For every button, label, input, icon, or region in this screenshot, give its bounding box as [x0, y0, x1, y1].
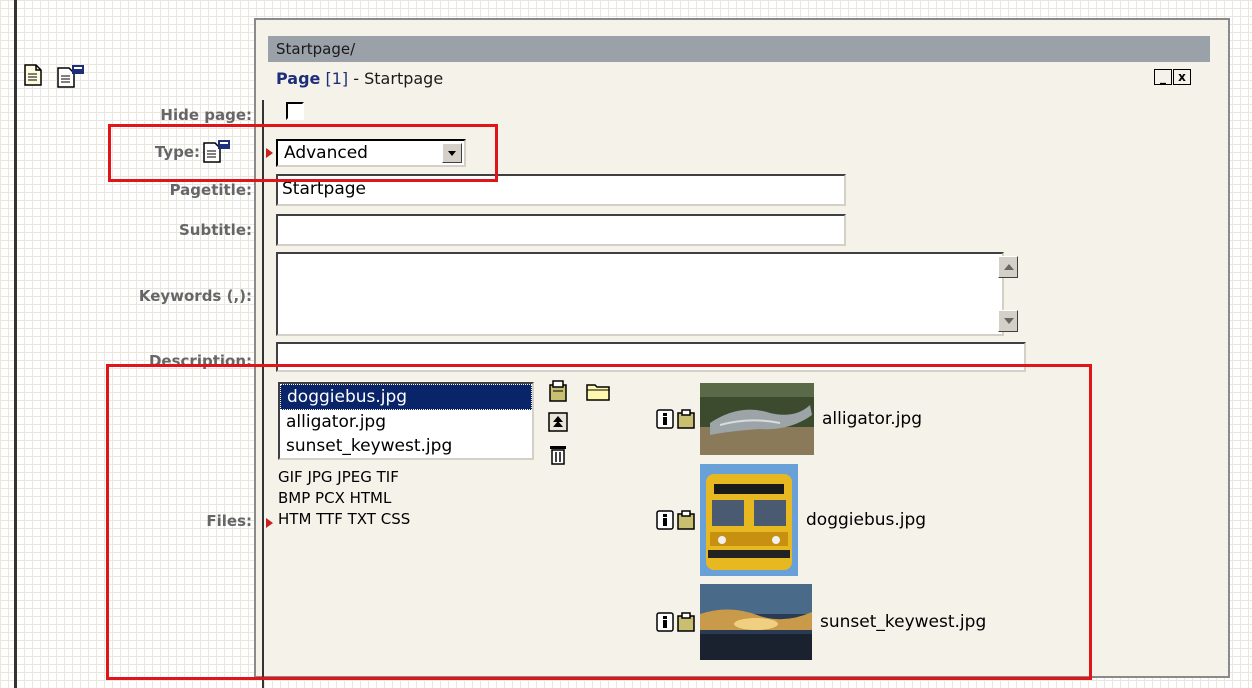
- keywords-textarea-body[interactable]: [276, 252, 1004, 336]
- page-number: [1]: [325, 69, 349, 88]
- hide-page-checkbox[interactable]: [286, 102, 304, 120]
- keywords-textarea[interactable]: [276, 252, 1018, 336]
- close-button[interactable]: x: [1173, 69, 1191, 85]
- page-properties-icon[interactable]: [56, 64, 86, 88]
- path-bar: Startpage/: [268, 36, 1210, 62]
- page-tools: [24, 64, 86, 88]
- page-header-separator: -: [348, 69, 365, 88]
- minimize-button[interactable]: _: [1154, 69, 1172, 85]
- page-name: Startpage: [364, 69, 444, 88]
- page-label: Page: [276, 69, 321, 88]
- hide-page-label: Hide page:: [160, 106, 252, 124]
- files-highlight-box: [106, 364, 1092, 680]
- keywords-label: Keywords (,):: [138, 287, 252, 305]
- window-controls: _ x: [1154, 69, 1191, 85]
- scroll-up-button[interactable]: [998, 256, 1018, 278]
- left-border-line: [14, 0, 17, 688]
- pagetitle-label: Pagetitle:: [169, 181, 252, 199]
- subtitle-input[interactable]: [276, 214, 846, 246]
- page-header: Page [1] - Startpage: [276, 69, 443, 88]
- subtitle-label: Subtitle:: [178, 221, 252, 239]
- type-highlight-box: [108, 124, 498, 182]
- scroll-down-button[interactable]: [998, 310, 1018, 332]
- new-page-icon[interactable]: [24, 64, 42, 86]
